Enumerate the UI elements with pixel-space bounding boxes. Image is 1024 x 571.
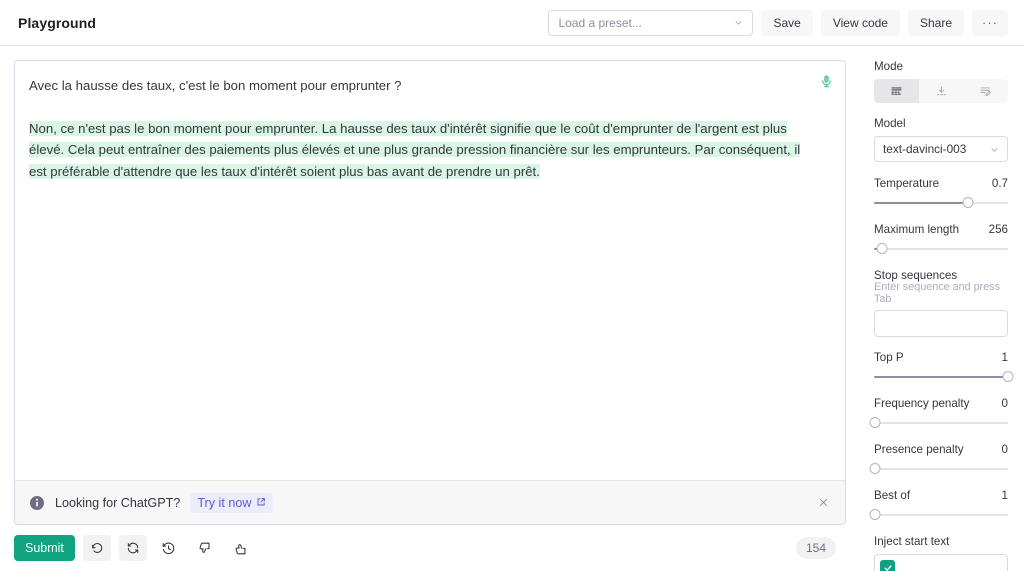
- main-column: Avec la hausse des taux, c'est le bon mo…: [0, 46, 860, 571]
- inject-start-text-checkbox[interactable]: [880, 560, 895, 571]
- external-link-icon: [256, 496, 266, 510]
- top-p-slider[interactable]: [874, 370, 1014, 384]
- history-clock-icon[interactable]: [155, 535, 183, 561]
- stop-sequences-hint: Enter sequence and press Tab: [874, 281, 1001, 305]
- more-options-button[interactable]: ···: [972, 9, 1008, 36]
- slider-thumb[interactable]: [869, 417, 881, 428]
- inject-start-text-input[interactable]: [874, 554, 1008, 571]
- playground-app: Playground Load a preset... Save View co…: [0, 0, 1024, 571]
- top-p-label: Top P 1: [874, 351, 1008, 364]
- submit-button[interactable]: Submit: [14, 535, 75, 561]
- token-count: 154: [795, 537, 836, 559]
- slider-fill: [874, 202, 968, 204]
- frequency-penalty-value: 0: [1001, 397, 1008, 410]
- mode-label: Mode: [874, 60, 904, 73]
- slider-track: [874, 514, 1008, 516]
- slider-fill: [874, 376, 1008, 378]
- view-code-button[interactable]: View code: [820, 9, 900, 36]
- completion-text: Non, ce n'est pas le bon moment pour emp…: [29, 118, 811, 183]
- best-of-slider[interactable]: [869, 508, 1008, 522]
- slider-thumb[interactable]: [962, 197, 974, 208]
- chevron-down-icon: [989, 144, 1000, 155]
- top-p-value: 1: [1001, 351, 1008, 364]
- try-it-now-label: Try it now: [197, 495, 252, 510]
- thumbs-up-icon[interactable]: [227, 535, 255, 561]
- save-button[interactable]: Save: [761, 9, 813, 36]
- banner-text: Looking for ChatGPT?: [55, 495, 181, 510]
- thumbs-down-icon[interactable]: [191, 535, 219, 561]
- slider-thumb[interactable]: [869, 463, 881, 474]
- prompt-text: Avec la hausse des taux, c'est le bon mo…: [29, 78, 402, 93]
- best-of-label: Best of 1: [874, 489, 1008, 502]
- temperature-label: Temperature 0.7: [874, 177, 1008, 190]
- stop-sequences-input[interactable]: [874, 310, 1008, 337]
- temperature-slider[interactable]: [874, 196, 1008, 210]
- body: Avec la hausse des taux, c'est le bon mo…: [0, 46, 1024, 571]
- maximum-length-label: Maximum length 256: [874, 223, 1008, 236]
- info-icon: [29, 495, 45, 511]
- regenerate-icon[interactable]: [118, 535, 147, 561]
- top-p-label-text: Top P: [874, 351, 904, 364]
- model-label: Model: [874, 117, 906, 130]
- prompt-editor[interactable]: Avec la hausse des taux, c'est le bon mo…: [15, 61, 845, 480]
- slider-thumb[interactable]: [876, 243, 888, 254]
- edit-mode-icon[interactable]: [963, 79, 1008, 103]
- chatgpt-banner: Looking for ChatGPT? Try it now: [15, 480, 845, 524]
- completion-highlight: Non, ce n'est pas le bon moment pour emp…: [29, 120, 801, 179]
- microphone-icon[interactable]: [815, 70, 837, 92]
- slider-track: [874, 248, 1008, 250]
- page-title: Playground: [18, 14, 97, 31]
- preset-select[interactable]: Load a preset...: [548, 9, 754, 36]
- maximum-length-label-text: Maximum length: [874, 223, 960, 236]
- presence-penalty-value: 0: [1001, 443, 1008, 456]
- chevron-down-icon: [733, 17, 744, 28]
- presence-penalty-label-text: Presence penalty: [874, 443, 964, 456]
- editor-panel: Avec la hausse des taux, c'est le bon mo…: [14, 60, 846, 525]
- top-bar: Playground Load a preset... Save View co…: [0, 0, 1024, 46]
- action-bar: Submit 154: [14, 525, 846, 571]
- inject-start-text-label: Inject start text: [874, 535, 950, 548]
- preset-placeholder: Load a preset...: [558, 15, 642, 30]
- presence-penalty-slider[interactable]: [869, 462, 1008, 476]
- maximum-length-slider[interactable]: [874, 242, 1008, 256]
- slider-thumb[interactable]: [1002, 371, 1014, 382]
- complete-mode-icon[interactable]: [874, 79, 919, 103]
- undo-icon[interactable]: [82, 535, 111, 561]
- settings-sidebar: Mode Model text-davinci-003 Temperature …: [860, 46, 1024, 571]
- slider-thumb[interactable]: [869, 509, 881, 520]
- mode-toggle-group: [874, 79, 1008, 103]
- slider-track: [874, 468, 1008, 470]
- maximum-length-value: 256: [988, 223, 1008, 236]
- slider-track: [874, 422, 1008, 424]
- presence-penalty-label: Presence penalty 0: [874, 443, 1008, 456]
- temperature-value: 0.7: [991, 177, 1008, 190]
- try-it-now-link[interactable]: Try it now: [190, 492, 274, 513]
- best-of-value: 1: [1001, 489, 1008, 502]
- best-of-label-text: Best of: [874, 489, 911, 502]
- frequency-penalty-label: Frequency penalty 0: [874, 397, 1008, 410]
- frequency-penalty-label-text: Frequency penalty: [874, 397, 970, 410]
- banner-close-icon[interactable]: [813, 493, 833, 513]
- frequency-penalty-slider[interactable]: [869, 416, 1008, 430]
- top-bar-actions: Load a preset... Save View code Share ··…: [548, 9, 1008, 36]
- temperature-label-text: Temperature: [874, 177, 940, 190]
- model-value: text-davinci-003: [883, 142, 967, 156]
- insert-mode-icon[interactable]: [919, 79, 964, 103]
- model-select[interactable]: text-davinci-003: [874, 136, 1008, 162]
- share-button[interactable]: Share: [907, 9, 964, 36]
